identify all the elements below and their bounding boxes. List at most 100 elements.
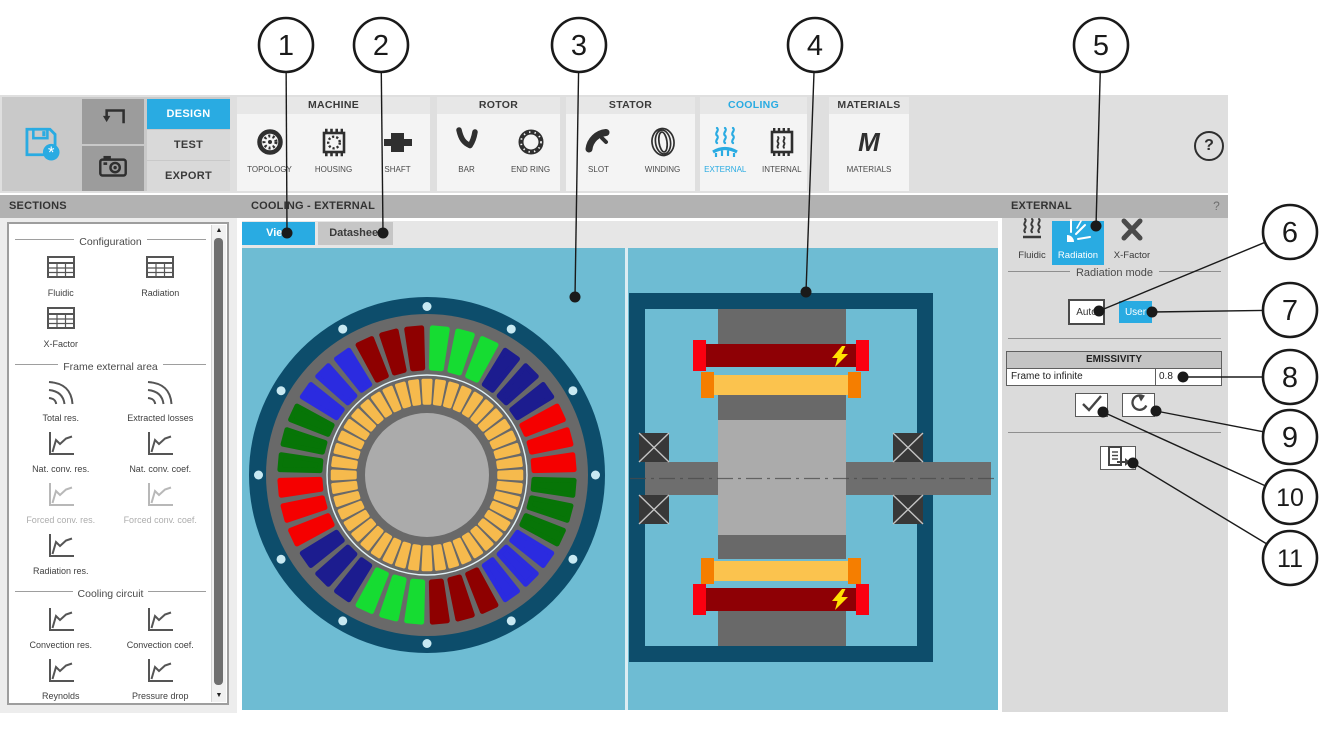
housing-icon: [317, 122, 351, 162]
sidebar-item-x-factor[interactable]: X-Factor: [11, 300, 111, 351]
external-panel-header: EXTERNAL ?: [1002, 195, 1228, 218]
callout-6: 6: [1263, 205, 1317, 259]
callout-11: 11: [1263, 531, 1317, 585]
bar-icon: [450, 122, 484, 162]
radiation-mode-user-button[interactable]: User: [1119, 301, 1152, 323]
nav-test[interactable]: TEST: [147, 130, 230, 160]
tab-view[interactable]: View: [242, 222, 315, 245]
toolbar-item-end-ring[interactable]: END RING: [502, 122, 560, 174]
sidebar-item-radiation-res[interactable]: Radiation res.: [11, 527, 111, 578]
axial-cross-section-view: [628, 248, 999, 710]
nav-export[interactable]: EXPORT: [147, 161, 230, 191]
reset-button[interactable]: [1122, 393, 1155, 417]
sidebar-item-extracted-losses[interactable]: Extracted losses: [111, 374, 211, 425]
machine-view-canvas: [242, 248, 998, 710]
sidebar-item-radiation[interactable]: Radiation: [111, 249, 211, 300]
radiation-mode-auto-button[interactable]: Auto: [1068, 299, 1105, 325]
radiation-mode-legend: Radiation mode: [1008, 263, 1221, 278]
svg-text:1: 1: [278, 30, 294, 62]
undo-button[interactable]: [82, 99, 144, 144]
sidebar-item-reynolds[interactable]: Reynolds: [11, 652, 111, 703]
sidebar-item-convection-res[interactable]: Convection res.: [11, 601, 111, 652]
toolbar-item-materials[interactable]: MMATERIALS: [840, 122, 898, 174]
toolbar-group-rotor: ROTOR BAR END RING: [437, 97, 560, 191]
toolbar-item-label: BAR: [458, 165, 474, 174]
sidebar-item-convection-coef[interactable]: Convection coef.: [111, 601, 211, 652]
toolbar-item-topology[interactable]: TOPOLOGY: [241, 122, 299, 174]
toolbar-group-label: MATERIALS: [829, 97, 909, 114]
chart-icon: [43, 480, 79, 513]
snapshot-button[interactable]: [82, 146, 144, 191]
callout-2: 2: [354, 18, 408, 72]
toolbar-item-label: MATERIALS: [847, 165, 892, 174]
panel-tab-fluidic[interactable]: Fluidic: [1006, 221, 1058, 265]
scroll-down-icon[interactable]: ▼: [212, 690, 226, 702]
chart-icon: [142, 656, 178, 689]
export-button[interactable]: [1100, 446, 1136, 470]
toolbar-item-external[interactable]: EXTERNAL: [700, 122, 751, 174]
apply-button[interactable]: [1075, 393, 1108, 417]
callout-9: 9: [1263, 410, 1317, 464]
toolbar-item-shaft[interactable]: SHAFT: [369, 122, 427, 174]
sidebar-item-forced-conv-coef: Forced conv. coef.: [111, 476, 211, 527]
sidebar-item-nat-conv-res[interactable]: Nat. conv. res.: [11, 425, 111, 476]
toolbar-item-label: HOUSING: [315, 165, 352, 174]
nav-design[interactable]: DESIGN: [147, 99, 230, 129]
toolbar-group-label: ROTOR: [437, 97, 560, 114]
sidebar-item-label: Nat. conv. coef.: [129, 464, 191, 474]
toolbar-item-bar[interactable]: BAR: [438, 122, 496, 174]
sidebar-item-total-res[interactable]: Total res.: [11, 374, 111, 425]
panel-tab-label: Radiation: [1058, 250, 1098, 261]
svg-text:3: 3: [571, 30, 587, 62]
toolbar-item-label: TOPOLOGY: [247, 165, 292, 174]
toolbar-item-slot[interactable]: SLOT: [570, 122, 628, 174]
emissivity-table: EMISSIVITY Frame to infinite 0.8: [1006, 351, 1222, 386]
svg-text:6: 6: [1282, 217, 1298, 249]
scroll-thumb[interactable]: [214, 238, 223, 685]
slot-icon: [582, 122, 616, 162]
panel-tab-x-factor[interactable]: X-Factor: [1106, 221, 1158, 265]
sidebar-item-pressure-drop[interactable]: Pressure drop: [111, 652, 211, 703]
toolbar-group-label: STATOR: [566, 97, 695, 114]
toolbar-item-label: SLOT: [588, 165, 609, 174]
sidebar-scrollbar[interactable]: ▲ ▼: [211, 225, 226, 702]
panel-tab-radiation[interactable]: Radiation: [1052, 221, 1104, 265]
callout-4: 4: [788, 18, 842, 72]
sidebar-item-label: Fluidic: [48, 288, 74, 298]
save-button[interactable]: *: [16, 115, 66, 173]
toolbar-item-label: END RING: [511, 165, 550, 174]
chart-icon: [142, 605, 178, 638]
shaft-icon: [381, 122, 415, 162]
xfactor-icon: [1117, 217, 1147, 248]
sidebar-item-label: Reynolds: [42, 691, 80, 701]
toolbar-group-machine: MACHINETOPOLOGYHOUSINGSHAFT: [237, 97, 430, 191]
toolbar-item-internal[interactable]: INTERNAL: [757, 122, 808, 174]
toolbar-group-cooling: COOLINGEXTERNALINTERNAL: [700, 97, 807, 191]
svg-text:11: 11: [1277, 545, 1303, 573]
scroll-up-icon[interactable]: ▲: [212, 225, 226, 237]
separator: [1008, 338, 1221, 339]
toolbar-item-label: WINDING: [645, 165, 681, 174]
file-cluster: * DESIGN TEST EXPORT: [2, 97, 230, 191]
panel-help-icon[interactable]: ?: [1213, 195, 1220, 218]
callout-5: 5: [1074, 18, 1128, 72]
winding-icon: [646, 122, 680, 162]
sidebar-item-fluidic[interactable]: Fluidic: [11, 249, 111, 300]
sidebar-item-label: Extracted losses: [127, 413, 193, 423]
toolbar-item-housing[interactable]: HOUSING: [305, 122, 363, 174]
sidebar-item-nat-conv-coef[interactable]: Nat. conv. coef.: [111, 425, 211, 476]
toolbar-group-materials: MATERIALSMMATERIALS: [829, 97, 909, 191]
sidebar-item-label: Forced conv. res.: [26, 515, 95, 525]
external-cooling-icon: [708, 122, 742, 162]
toolbar-group-stator: STATOR SLOT WINDING: [566, 97, 695, 191]
toolbar-item-winding[interactable]: WINDING: [634, 122, 692, 174]
toolbar-item-label: SHAFT: [384, 165, 410, 174]
sidebar-group-legend: Configuration: [15, 232, 206, 247]
table-row: Frame to infinite 0.8: [1007, 369, 1221, 385]
emissivity-value-field[interactable]: 0.8: [1155, 369, 1221, 385]
svg-text:5: 5: [1093, 30, 1109, 62]
tab-datasheet[interactable]: Datasheet: [318, 222, 393, 245]
emissivity-table-header: EMISSIVITY: [1007, 352, 1221, 369]
sidebar-item-label: Total res.: [42, 413, 79, 423]
help-button[interactable]: ?: [1194, 131, 1224, 161]
